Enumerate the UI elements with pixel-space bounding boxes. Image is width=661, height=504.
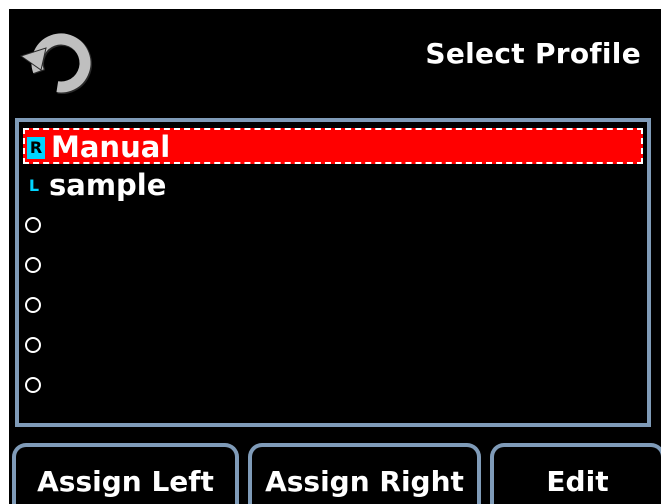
profile-row-sample[interactable]: L sample: [23, 168, 643, 204]
profile-row-empty[interactable]: [23, 368, 643, 404]
profile-label: sample: [49, 168, 167, 202]
assign-right-button[interactable]: Assign Right: [248, 443, 481, 504]
profile-list: R Manual L sample: [15, 118, 651, 427]
left-assigned-badge: L: [28, 176, 40, 195]
back-button[interactable]: [17, 25, 99, 97]
profile-row-empty[interactable]: [23, 288, 643, 324]
edit-button[interactable]: Edit: [490, 443, 661, 504]
empty-slot-circle-icon: [25, 297, 41, 313]
refresh-arrow-icon: [19, 33, 92, 94]
empty-slot-circle-icon: [25, 377, 41, 393]
device-screen: Select Profile R Manual L sample Assign …: [9, 9, 661, 504]
empty-slot-circle-icon: [25, 217, 41, 233]
profile-row-empty[interactable]: [23, 328, 643, 364]
right-assigned-badge: R: [27, 137, 45, 159]
profile-row-empty[interactable]: [23, 208, 643, 244]
profile-row-manual[interactable]: R Manual: [23, 128, 643, 164]
page-title: Select Profile: [425, 37, 641, 70]
profile-label: Manual: [51, 130, 171, 164]
assign-left-button[interactable]: Assign Left: [12, 443, 239, 504]
empty-slot-circle-icon: [25, 337, 41, 353]
profile-row-empty[interactable]: [23, 248, 643, 284]
empty-slot-circle-icon: [25, 257, 41, 273]
